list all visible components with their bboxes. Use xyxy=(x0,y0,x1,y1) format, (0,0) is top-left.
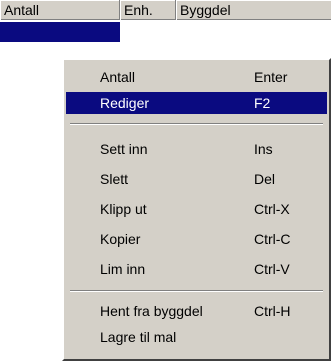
menu-item-hent-fra-byggdel[interactable]: Hent fra byggdel Ctrl-H xyxy=(66,300,327,322)
column-header-enh[interactable]: Enh. xyxy=(120,0,176,20)
column-header-antall[interactable]: Antall xyxy=(0,0,120,20)
menu-item-label: Klipp ut xyxy=(100,201,147,217)
menu-item-antall[interactable]: Antall Enter xyxy=(66,66,327,88)
menu-item-label: Rediger xyxy=(100,95,150,111)
menu-item-label: Sett inn xyxy=(100,141,148,157)
menu-item-shortcut: Enter xyxy=(254,69,288,85)
menu-item-rediger[interactable]: Rediger F2 xyxy=(66,92,327,114)
menu-item-sett-inn[interactable]: Sett inn Ins xyxy=(66,138,327,160)
menu-separator xyxy=(70,123,323,125)
cell-enh[interactable] xyxy=(120,22,176,42)
menu-item-shortcut: Ins xyxy=(254,141,273,157)
menu-item-slett[interactable]: Slett Del xyxy=(66,168,327,190)
column-header-byggdel[interactable]: Byggdel xyxy=(176,0,331,20)
menu-item-klipp-ut[interactable]: Klipp ut Ctrl-X xyxy=(66,198,327,220)
menu-item-kopier[interactable]: Kopier Ctrl-C xyxy=(66,228,327,250)
menu-item-shortcut: Ctrl-V xyxy=(254,261,290,277)
selected-cell-antall[interactable] xyxy=(0,22,120,42)
menu-item-shortcut: Ctrl-C xyxy=(254,231,291,247)
menu-separator xyxy=(70,290,323,292)
context-menu: Antall Enter Rediger F2 Sett inn Ins Sle… xyxy=(62,58,331,361)
menu-item-shortcut: Ctrl-X xyxy=(254,201,290,217)
menu-item-label: Lim inn xyxy=(100,261,146,277)
menu-item-label: Lagre til mal xyxy=(100,329,177,345)
menu-item-lagre-til-mal[interactable]: Lagre til mal xyxy=(66,326,327,348)
menu-item-lim-inn[interactable]: Lim inn Ctrl-V xyxy=(66,258,327,280)
menu-item-shortcut: F2 xyxy=(254,95,271,111)
grid-header: Antall Enh. Byggdel xyxy=(0,0,331,20)
cell-byggdel[interactable] xyxy=(176,22,331,42)
menu-item-shortcut: Ctrl-H xyxy=(254,303,291,319)
menu-item-shortcut: Del xyxy=(254,171,276,187)
menu-item-label: Kopier xyxy=(100,231,141,247)
menu-item-label: Antall xyxy=(100,69,136,85)
menu-item-label: Slett xyxy=(100,171,129,187)
menu-item-label: Hent fra byggdel xyxy=(100,303,203,319)
